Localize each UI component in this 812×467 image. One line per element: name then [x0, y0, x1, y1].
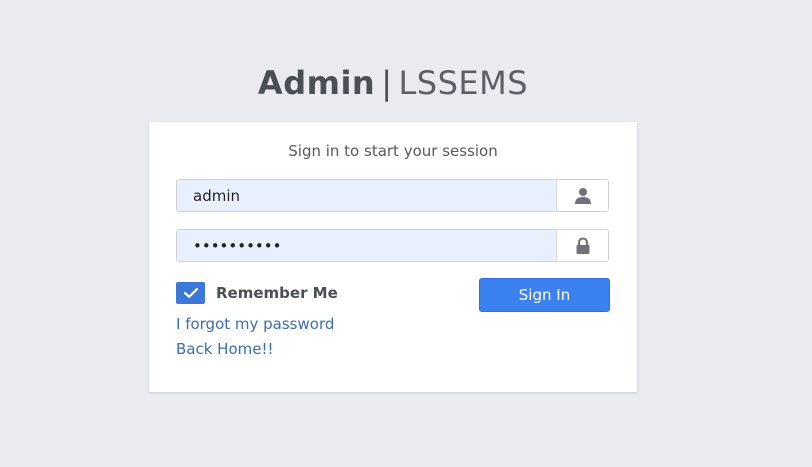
sign-in-button[interactable]: Sign In	[479, 278, 610, 312]
remember-me: Remember Me	[176, 282, 338, 304]
user-icon	[556, 180, 608, 211]
check-icon	[183, 287, 198, 298]
back-home-link[interactable]: Back Home!!	[176, 340, 274, 358]
remember-me-checkbox[interactable]	[176, 282, 205, 304]
password-group	[176, 229, 609, 262]
username-group	[176, 179, 609, 212]
remember-me-label: Remember Me	[216, 284, 338, 302]
forgot-password-link[interactable]: I forgot my password	[176, 315, 334, 333]
lock-icon	[556, 230, 608, 261]
login-box: Sign in to start your session Remember M…	[149, 122, 637, 392]
brand-separator: |	[381, 64, 393, 102]
username-input[interactable]	[177, 180, 558, 211]
password-input[interactable]	[177, 230, 558, 261]
brand-name: LSSEMS	[398, 64, 529, 102]
page-title: Admin | LSSEMS	[0, 64, 786, 102]
login-box-message: Sign in to start your session	[288, 142, 498, 160]
brand-admin: Admin	[257, 64, 376, 102]
